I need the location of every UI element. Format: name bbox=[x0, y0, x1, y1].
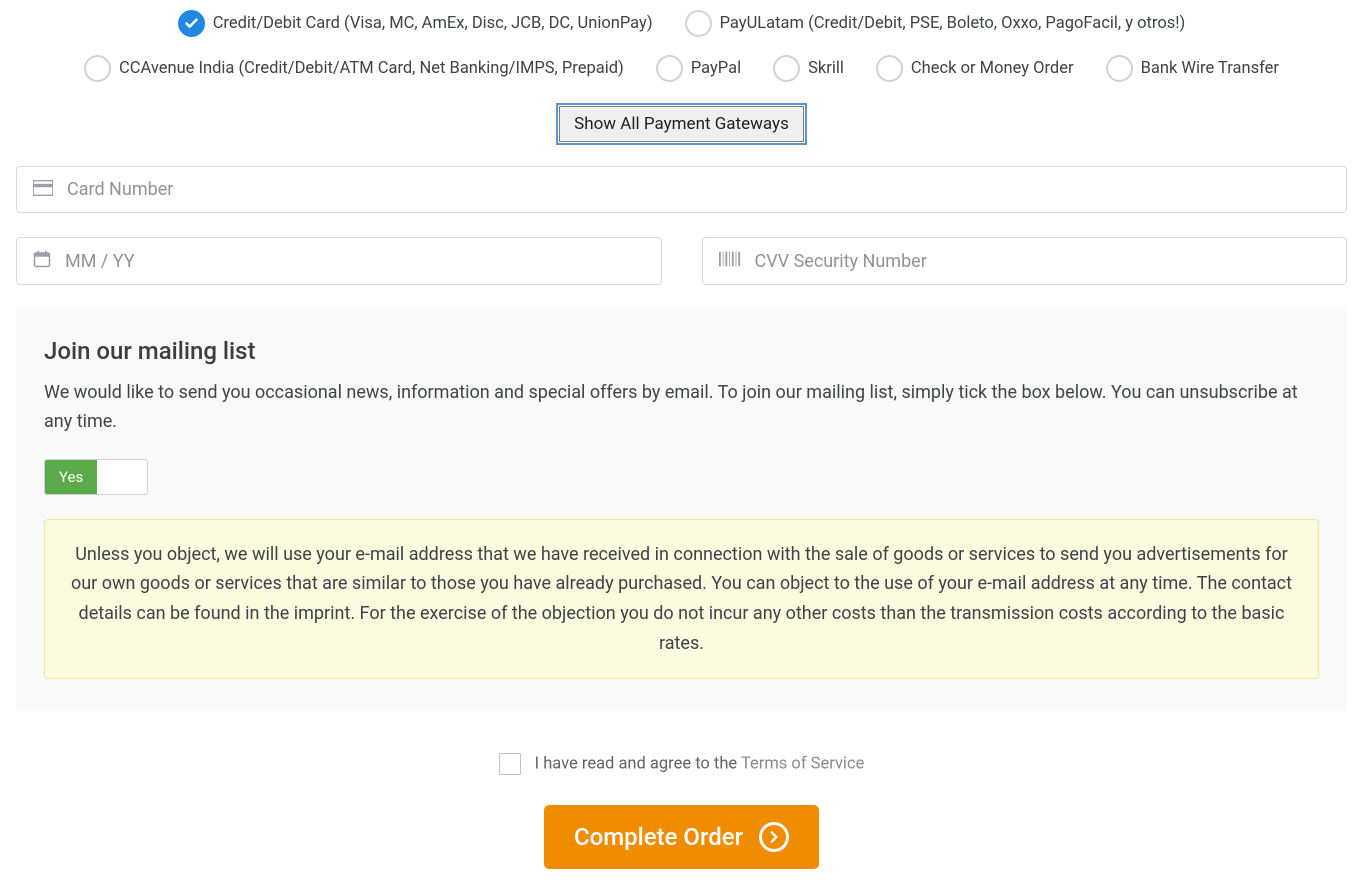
card-expiry-input[interactable] bbox=[65, 251, 645, 272]
radio-circle bbox=[84, 55, 111, 82]
radio-circle bbox=[685, 10, 712, 37]
payment-method-group: Credit/Debit Card (Visa, MC, AmEx, Disc,… bbox=[16, 10, 1347, 100]
arrow-right-circle-icon bbox=[759, 822, 789, 852]
card-fields bbox=[16, 166, 1347, 285]
card-expiry-field-wrap[interactable] bbox=[16, 237, 662, 285]
radio-label: Bank Wire Transfer bbox=[1141, 59, 1279, 78]
barcode-icon bbox=[719, 251, 741, 271]
terms-of-service-link[interactable]: Terms of Service bbox=[741, 755, 864, 774]
card-number-input[interactable] bbox=[67, 179, 1330, 200]
complete-order-label: Complete Order bbox=[574, 823, 743, 851]
mailing-list-toggle[interactable]: Yes bbox=[44, 459, 148, 495]
mailing-list-title: Join our mailing list bbox=[44, 337, 1319, 365]
payment-radio-paypal[interactable]: PayPal bbox=[656, 55, 741, 82]
terms-row: I have read and agree to the Terms of Se… bbox=[16, 753, 1347, 775]
toggle-yes-label: Yes bbox=[45, 460, 97, 494]
radio-label: Credit/Debit Card (Visa, MC, AmEx, Disc,… bbox=[213, 14, 653, 33]
toggle-no-side bbox=[97, 460, 147, 494]
calendar-icon bbox=[33, 250, 51, 272]
terms-text: I have read and agree to the Terms of Se… bbox=[535, 755, 865, 774]
check-icon bbox=[184, 16, 199, 31]
show-all-gateways-button[interactable]: Show All Payment Gateways bbox=[559, 106, 804, 142]
card-cvv-field-wrap[interactable] bbox=[702, 237, 1348, 285]
radio-label: Check or Money Order bbox=[911, 59, 1074, 78]
complete-order-row: Complete Order bbox=[16, 805, 1347, 869]
mailing-list-notice: Unless you object, we will use your e-ma… bbox=[44, 519, 1319, 680]
payment-radio-skrill[interactable]: Skrill bbox=[773, 55, 844, 82]
payment-radio-credit-debit[interactable]: Credit/Debit Card (Visa, MC, AmEx, Disc,… bbox=[178, 10, 653, 37]
mailing-list-panel: Join our mailing list We would like to s… bbox=[16, 309, 1347, 711]
credit-card-icon bbox=[33, 180, 53, 200]
card-cvv-input[interactable] bbox=[755, 251, 1331, 272]
radio-circle bbox=[773, 55, 800, 82]
card-number-field-wrap[interactable] bbox=[16, 166, 1347, 213]
radio-circle bbox=[876, 55, 903, 82]
radio-circle bbox=[1106, 55, 1133, 82]
payment-radio-ccavenue[interactable]: CCAvenue India (Credit/Debit/ATM Card, N… bbox=[84, 55, 624, 82]
complete-order-button[interactable]: Complete Order bbox=[544, 805, 819, 869]
radio-circle bbox=[656, 55, 683, 82]
radio-label: PayULatam (Credit/Debit, PSE, Boleto, Ox… bbox=[720, 14, 1186, 33]
radio-label: CCAvenue India (Credit/Debit/ATM Card, N… bbox=[119, 59, 624, 78]
mailing-list-description: We would like to send you occasional new… bbox=[44, 379, 1319, 437]
show-all-row: Show All Payment Gateways bbox=[16, 106, 1347, 142]
payment-radio-payulatam[interactable]: PayULatam (Credit/Debit, PSE, Boleto, Ox… bbox=[685, 10, 1186, 37]
payment-radio-bankwire[interactable]: Bank Wire Transfer bbox=[1106, 55, 1279, 82]
radio-label: PayPal bbox=[691, 59, 741, 78]
radio-circle bbox=[178, 10, 205, 37]
terms-checkbox[interactable] bbox=[499, 753, 521, 775]
payment-radio-check[interactable]: Check or Money Order bbox=[876, 55, 1074, 82]
radio-label: Skrill bbox=[808, 59, 844, 78]
terms-text-prefix: I have read and agree to the bbox=[535, 755, 741, 774]
